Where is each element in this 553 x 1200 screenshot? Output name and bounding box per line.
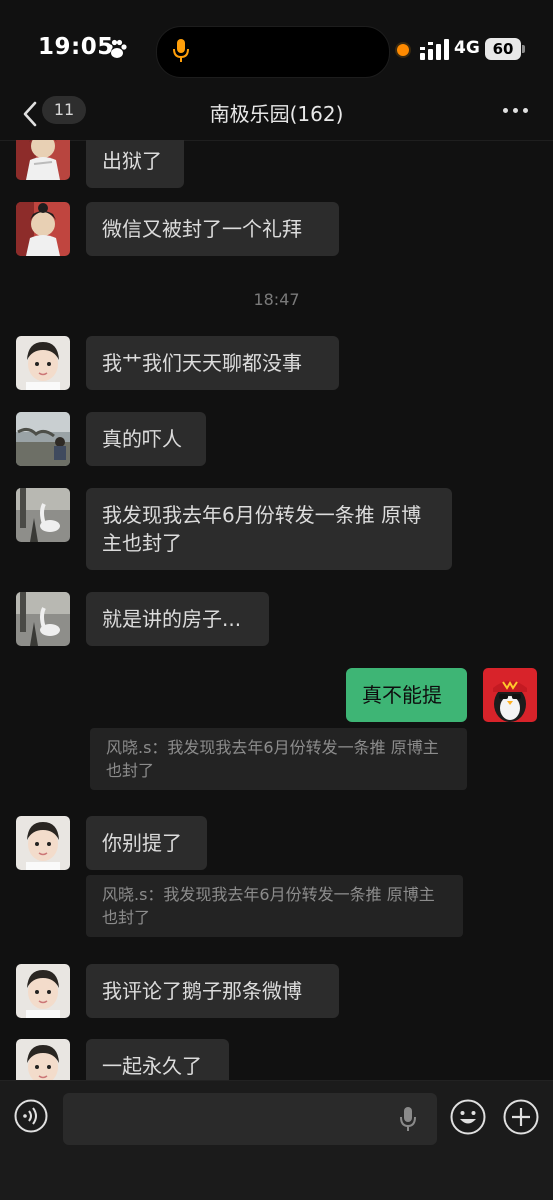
dynamic-island [156,26,390,78]
outdoor-photo-avatar[interactable] [16,412,70,466]
battery-icon: 60 [485,38,521,60]
recording-dot-icon [397,44,409,56]
goose-photo-avatar[interactable] [16,592,70,646]
network-type: 4G [454,38,480,58]
message-timestamp: 18:47 [253,290,300,309]
battery-cap [522,45,525,53]
chat-screen: 19:05 4G 60 11 南极乐园(162) 出狱了 微信又被封了一个礼拜 … [0,0,553,1200]
input-bar [0,1080,553,1200]
message-bubble[interactable]: 你别提了 [86,816,207,870]
anime-character-avatar[interactable] [16,140,70,180]
status-bar: 19:05 4G 60 [0,0,553,96]
voice-input-icon[interactable] [14,1099,48,1133]
goose-photo-avatar[interactable] [16,488,70,542]
child-photo-avatar[interactable] [16,964,70,1018]
chat-title: 南极乐园(162) [209,102,344,126]
more-dots-icon [503,108,508,113]
message-input[interactable] [63,1093,437,1145]
cellular-signal-icon [420,39,449,60]
message-bubble-outgoing[interactable]: 真不能提 [346,668,467,722]
microphone-icon[interactable] [398,1105,418,1133]
message-bubble[interactable]: 一起永久了 [86,1039,229,1080]
message-bubble[interactable]: 就是讲的房子... [86,592,269,646]
message-list[interactable]: 出狱了 微信又被封了一个礼拜 18:47 我艹我们天天聊都没事 真的吓人 我发现… [0,140,553,1080]
status-time: 19:05 [38,34,114,60]
message-bubble[interactable]: 微信又被封了一个礼拜 [86,202,339,256]
child-photo-avatar[interactable] [16,336,70,390]
message-bubble[interactable]: 我艹我们天天聊都没事 [86,336,339,390]
quoted-message[interactable]: 风晓.s：我发现我去年6月份转发一条推 原博主也封了 [86,875,463,937]
message-bubble[interactable]: 我发现我去年6月份转发一条推 原博主也封了 [86,488,452,570]
microphone-indicator-icon [173,39,189,62]
child-photo-avatar[interactable] [16,1039,70,1080]
emoji-icon[interactable] [450,1099,486,1135]
message-bubble[interactable]: 真的吓人 [86,412,206,466]
nav-bar: 11 南极乐园(162) [0,96,553,141]
message-bubble[interactable]: 出狱了 [86,140,184,188]
anime-character-avatar[interactable] [16,202,70,256]
quoted-message[interactable]: 风晓.s：我发现我去年6月份转发一条推 原博主也封了 [90,728,467,790]
paw-icon [107,39,127,58]
plus-icon[interactable] [503,1099,539,1135]
child-photo-avatar[interactable] [16,816,70,870]
penguin-cartoon-avatar[interactable] [483,668,537,722]
more-button[interactable] [498,96,534,126]
message-bubble[interactable]: 我评论了鹅子那条微博 [86,964,339,1018]
